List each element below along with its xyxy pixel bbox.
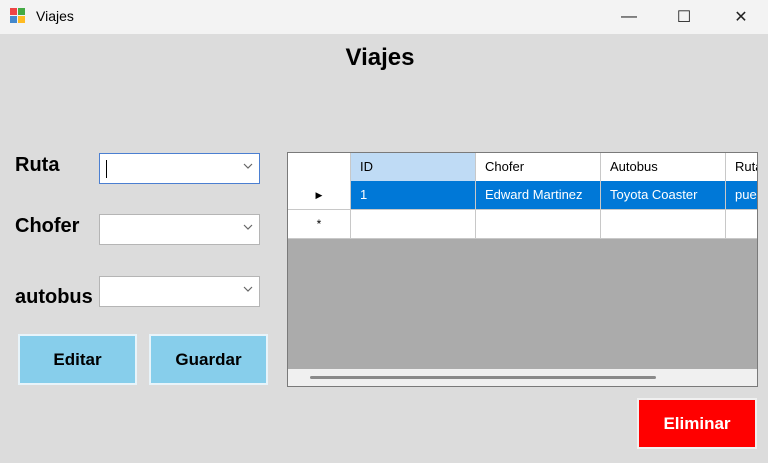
eliminar-button[interactable]: Eliminar — [637, 398, 757, 449]
title-bar: Viajes — ☐ ✕ — [0, 0, 768, 34]
app-icon — [10, 8, 26, 24]
row-selector-icon[interactable]: ▶ — [288, 181, 351, 210]
minimize-button[interactable]: — — [600, 0, 658, 34]
table-cell[interactable] — [476, 210, 601, 239]
new-row-asterisk-icon[interactable]: * — [288, 210, 351, 239]
close-button[interactable]: ✕ — [712, 0, 768, 34]
grid-header-row: ID Chofer Autobus Ruta — [288, 153, 757, 182]
table-cell[interactable]: 1 — [351, 181, 476, 210]
table-cell[interactable]: puer — [726, 181, 757, 210]
table-cell[interactable]: Edward Martinez — [476, 181, 601, 210]
table-cell[interactable]: Toyota Coaster — [601, 181, 726, 210]
chofer-combobox[interactable] — [99, 214, 260, 245]
table-cell[interactable] — [351, 210, 476, 239]
viajes-data-grid[interactable]: ID Chofer Autobus Ruta ▶ 1 Edward Martin… — [287, 152, 758, 387]
column-header-autobus[interactable]: Autobus — [601, 153, 726, 182]
window-title: Viajes — [36, 8, 74, 24]
ruta-label: Ruta — [15, 154, 60, 176]
column-header-ruta[interactable]: Ruta — [726, 153, 757, 182]
chevron-down-icon[interactable] — [242, 221, 254, 236]
page-title: Viajes — [345, 44, 415, 71]
text-caret — [106, 160, 107, 178]
column-header-chofer[interactable]: Chofer — [476, 153, 601, 182]
autobus-combobox[interactable] — [99, 276, 260, 307]
guardar-button[interactable]: Guardar — [149, 334, 268, 385]
scrollbar-thumb[interactable] — [310, 376, 656, 379]
ruta-combobox[interactable] — [99, 153, 260, 184]
maximize-button[interactable]: ☐ — [655, 0, 713, 34]
chevron-down-icon[interactable] — [242, 160, 254, 175]
chevron-down-icon[interactable] — [242, 283, 254, 298]
table-cell[interactable] — [726, 210, 757, 239]
chofer-label: Chofer — [15, 215, 80, 237]
editar-button[interactable]: Editar — [18, 334, 137, 385]
autobus-label: autobus — [15, 286, 93, 308]
table-row[interactable]: ▶ 1 Edward Martinez Toyota Coaster puer — [288, 181, 757, 210]
main-window: Viajes — ☐ ✕ Viajes Ruta Chofer autobus … — [0, 0, 768, 463]
table-cell[interactable] — [601, 210, 726, 239]
column-header-id[interactable]: ID — [351, 153, 476, 182]
horizontal-scrollbar[interactable] — [288, 369, 757, 386]
new-row[interactable]: * — [288, 210, 757, 239]
grid-corner-cell[interactable] — [288, 153, 351, 182]
